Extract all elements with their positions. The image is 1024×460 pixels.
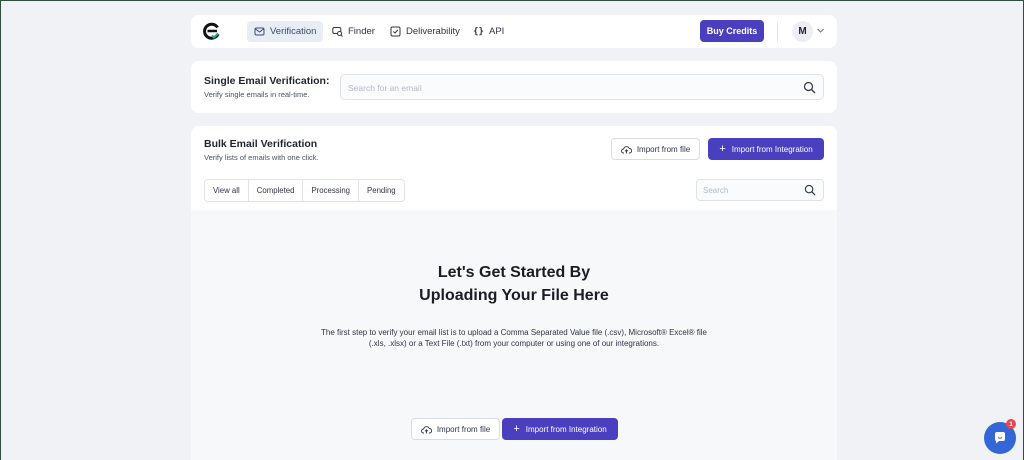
cloud-upload-icon [420, 425, 432, 433]
chevron-down-icon[interactable] [816, 26, 825, 35]
bulk-title: Bulk Email Verification [204, 138, 318, 150]
avatar[interactable]: M [792, 21, 813, 42]
nav-api[interactable]: {} API [466, 21, 511, 42]
empty-headline-line2: Uploading Your File Here [419, 287, 609, 304]
import-integration-button[interactable]: + Import from Integration [708, 138, 824, 160]
empty-import-file-label: Import from file [436, 424, 491, 434]
nav-verification-label: Verification [270, 26, 317, 37]
empty-headline-line1: Let's Get Started By [437, 264, 591, 281]
logo-icon[interactable] [203, 22, 221, 40]
nav-finder[interactable]: Finder [325, 21, 382, 42]
check-square-icon [390, 26, 401, 37]
top-navbar: Verification Finder Deliverability {} AP… [191, 15, 837, 48]
nav-deliverability[interactable]: Deliverability [383, 21, 467, 42]
bulk-search-placeholder: Search [703, 186, 729, 195]
nav-api-label: API [489, 26, 505, 37]
chat-bubble-icon [994, 432, 1005, 444]
cloud-upload-icon [620, 145, 632, 153]
buy-credits-button[interactable]: Buy Credits [700, 20, 764, 42]
single-verification-panel: Single Email Verification: Verify single… [191, 61, 837, 113]
bulk-verification-panel: Bulk Email Verification Verify lists of … [191, 126, 837, 460]
envelope-check-icon [254, 26, 265, 37]
empty-import-file-button[interactable]: Import from file [411, 418, 500, 440]
nav-deliverability-label: Deliverability [406, 26, 460, 37]
plus-icon: + [719, 142, 726, 155]
chat-notification-badge: 1 [1006, 419, 1016, 429]
import-integration-label: Import from Integration [731, 144, 813, 154]
single-title: Single Email Verification: [204, 75, 330, 87]
braces-icon: {} [473, 26, 484, 37]
empty-import-integration-button[interactable]: + Import from Integration [502, 418, 618, 440]
nav-divider [777, 22, 778, 42]
tab-completed[interactable]: Completed [248, 180, 304, 201]
tab-processing[interactable]: Processing [303, 180, 360, 201]
empty-import-integration-label: Import from Integration [525, 424, 607, 434]
nav-verification[interactable]: Verification [247, 21, 324, 42]
import-file-button[interactable]: Import from file [611, 138, 700, 160]
search-icon[interactable] [804, 184, 816, 196]
status-tabs: View all Completed Processing Pending [204, 179, 405, 202]
import-file-label: Import from file [636, 144, 691, 154]
bulk-subtitle: Verify lists of emails with one click. [204, 153, 319, 162]
nav-finder-label: Finder [348, 26, 375, 37]
bulk-search-input[interactable]: Search [696, 179, 824, 201]
tab-view-all[interactable]: View all [205, 180, 249, 201]
email-search-input[interactable]: Search for an email [340, 74, 824, 100]
search-person-icon [332, 26, 343, 37]
single-subtitle: Verify single emails in real-time. [204, 90, 310, 99]
empty-description: The first step to verify your email list… [320, 328, 707, 348]
empty-state: Let's Get Started By Uploading Your File… [191, 210, 837, 460]
plus-icon: + [513, 422, 520, 435]
tab-pending[interactable]: Pending [359, 180, 404, 201]
email-search-placeholder: Search for an email [348, 83, 422, 93]
search-icon[interactable] [803, 81, 816, 94]
